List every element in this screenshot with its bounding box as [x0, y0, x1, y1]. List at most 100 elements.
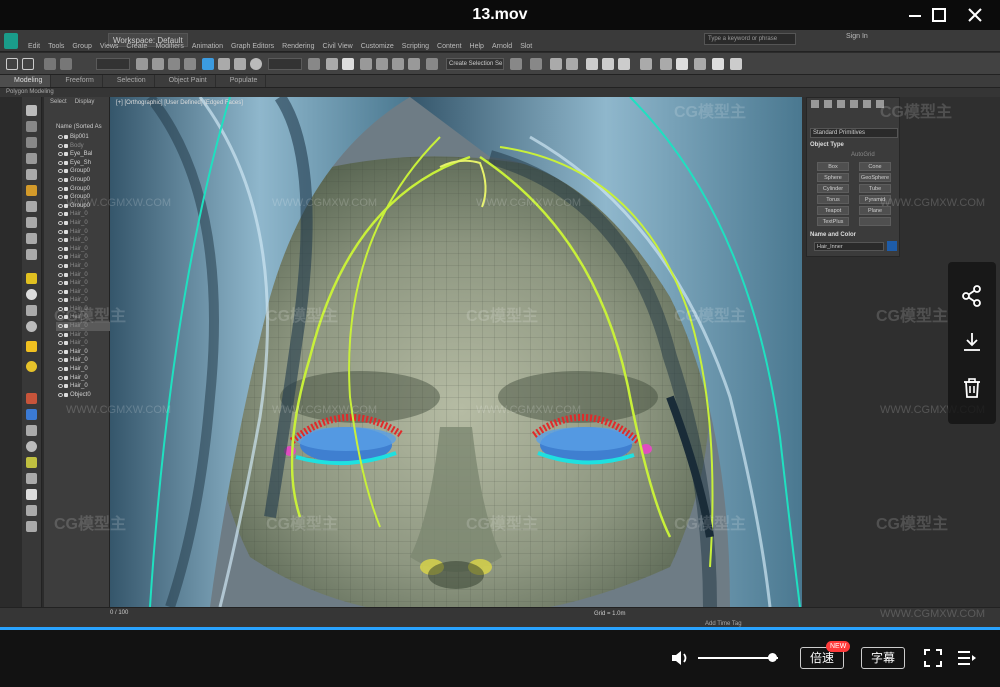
menu-item[interactable]: Civil View — [322, 43, 352, 50]
arnold-shader-icon[interactable] — [712, 58, 724, 70]
filter-dropdown[interactable] — [96, 58, 130, 70]
spacewarp-icon[interactable] — [26, 409, 37, 420]
sun-icon[interactable] — [26, 361, 37, 372]
place-icon[interactable] — [250, 58, 262, 70]
visibility-eye-icon[interactable] — [58, 332, 63, 337]
visibility-eye-icon[interactable] — [58, 212, 63, 217]
maximize-icon[interactable] — [928, 4, 950, 26]
ribbon-tab[interactable]: Freeform — [51, 75, 103, 87]
edit-named-selection-icon[interactable] — [426, 58, 438, 70]
material-editor-icon[interactable] — [618, 58, 630, 70]
menu-item[interactable]: Animation — [192, 43, 223, 50]
visibility-eye-icon[interactable] — [58, 392, 63, 397]
visibility-eye-icon[interactable] — [58, 384, 63, 389]
visibility-eye-icon[interactable] — [58, 238, 63, 243]
explorer-icon[interactable] — [26, 121, 37, 132]
rotate-icon[interactable] — [218, 58, 230, 70]
menu-item[interactable]: Scripting — [402, 43, 429, 50]
visibility-eye-icon[interactable] — [58, 160, 63, 165]
category-dropdown[interactable]: Standard Primitives — [810, 128, 898, 138]
render-setup-icon[interactable] — [640, 58, 652, 70]
scene-list-item[interactable]: Hair_0 — [56, 382, 110, 391]
ribbon-tab[interactable]: Modeling — [0, 75, 52, 87]
filter-icon[interactable] — [26, 153, 37, 164]
visibility-eye-icon[interactable] — [58, 281, 63, 286]
helpers-filter-icon[interactable] — [26, 249, 37, 260]
minimize-icon[interactable] — [904, 4, 926, 26]
spinner-snap-icon[interactable] — [408, 58, 420, 70]
sign-in-link[interactable]: Sign In — [846, 33, 868, 40]
sort-icon[interactable] — [26, 137, 37, 148]
modify-tab-icon[interactable] — [824, 100, 832, 108]
object-type-button[interactable]: TextPlus — [817, 217, 849, 226]
object-name-field[interactable]: Hair_Inner — [814, 242, 884, 251]
arnold-render-icon[interactable] — [694, 58, 706, 70]
lights-filter-icon[interactable] — [26, 217, 37, 228]
object-type-button[interactable]: Box — [817, 162, 849, 171]
scene-list-item[interactable]: Hair_0 — [56, 348, 110, 357]
scene-list-item[interactable]: Hair_0 — [56, 365, 110, 374]
visibility-eye-icon[interactable] — [58, 367, 63, 372]
menu-item[interactable]: Customize — [361, 43, 394, 50]
cameras-filter-icon[interactable] — [26, 233, 37, 244]
ribbon-tab[interactable]: Populate — [216, 75, 267, 87]
menu-item[interactable]: Slot — [520, 43, 532, 50]
name-color-rollout[interactable]: Name and Color — [810, 232, 856, 238]
curve-editor-icon[interactable] — [586, 58, 598, 70]
motion-tab-icon[interactable] — [850, 100, 858, 108]
select-icon[interactable] — [136, 58, 148, 70]
schematic-view-icon[interactable] — [602, 58, 614, 70]
frame-counter[interactable]: 0 / 100 — [110, 610, 128, 616]
scene-list-item[interactable]: Hair_0 — [56, 288, 110, 297]
percent-snap-icon[interactable] — [392, 58, 404, 70]
scene-list-item[interactable]: Hair_0 — [56, 374, 110, 383]
redo-icon[interactable] — [22, 58, 34, 70]
visibility-eye-icon[interactable] — [58, 169, 63, 174]
object-color-swatch[interactable] — [887, 241, 897, 251]
scene-list-item[interactable]: Hair_0 — [56, 279, 110, 288]
display-children-icon[interactable] — [26, 489, 37, 500]
object-type-rollout[interactable]: Object Type — [810, 142, 844, 148]
menu-item[interactable]: Graph Editors — [231, 43, 274, 50]
scene-name-column-header[interactable]: Name (Sorted As — [56, 124, 102, 130]
scene-list-item[interactable]: Hair_0 — [56, 271, 110, 280]
visibility-eye-icon[interactable] — [58, 375, 63, 380]
display-influences-icon[interactable] — [26, 505, 37, 516]
local-explorer-icon[interactable] — [26, 473, 37, 484]
object-type-button[interactable]: Torus — [817, 195, 849, 204]
playlist-icon[interactable] — [955, 647, 977, 669]
object-type-button[interactable]: Sphere — [817, 173, 849, 182]
visibility-eye-icon[interactable] — [58, 246, 63, 251]
visibility-eye-icon[interactable] — [58, 272, 63, 277]
object-type-button[interactable]: GeoSphere — [859, 173, 891, 182]
display-tab-icon[interactable] — [863, 100, 871, 108]
video-frame[interactable]: Workspace: Default Edit Tools Group Views Cr… — [0, 30, 1000, 630]
render-production-icon[interactable] — [676, 58, 688, 70]
rendered-frame-window-icon[interactable] — [660, 58, 672, 70]
scene-list-item[interactable]: Hair_0 — [56, 219, 110, 228]
select-by-name-icon[interactable] — [152, 58, 164, 70]
scene-list-item[interactable]: Hair_0 — [56, 236, 110, 245]
scene-list-item[interactable]: Hair_0 — [56, 228, 110, 237]
bone-tool-icon[interactable] — [26, 393, 37, 404]
scene-list-item[interactable]: Bip001 — [56, 133, 110, 142]
window-crossing-icon[interactable] — [184, 58, 196, 70]
visibility-eye-icon[interactable] — [58, 358, 63, 363]
light-icon[interactable] — [26, 341, 37, 352]
close-icon[interactable] — [964, 4, 986, 26]
scene-list-item[interactable]: Group0 — [56, 185, 110, 194]
toggle-scene-explorer-icon[interactable] — [550, 58, 562, 70]
menu-item[interactable]: Create — [126, 43, 147, 50]
menu-item[interactable]: Help — [470, 43, 484, 50]
undo-icon[interactable] — [6, 58, 18, 70]
visibility-eye-icon[interactable] — [58, 289, 63, 294]
keyboard-shortcut-icon[interactable] — [342, 58, 354, 70]
select-manipulate-icon[interactable] — [326, 58, 338, 70]
shapes-filter-icon[interactable] — [26, 201, 37, 212]
object-type-button[interactable]: Cone — [859, 162, 891, 171]
pin-icon[interactable] — [26, 457, 37, 468]
scene-list-item[interactable]: Hair_0 — [56, 339, 110, 348]
menu-item[interactable]: Arnold — [492, 43, 512, 50]
scene-list-item[interactable]: Eye_Sh — [56, 159, 110, 168]
hide-icon[interactable] — [26, 441, 37, 452]
